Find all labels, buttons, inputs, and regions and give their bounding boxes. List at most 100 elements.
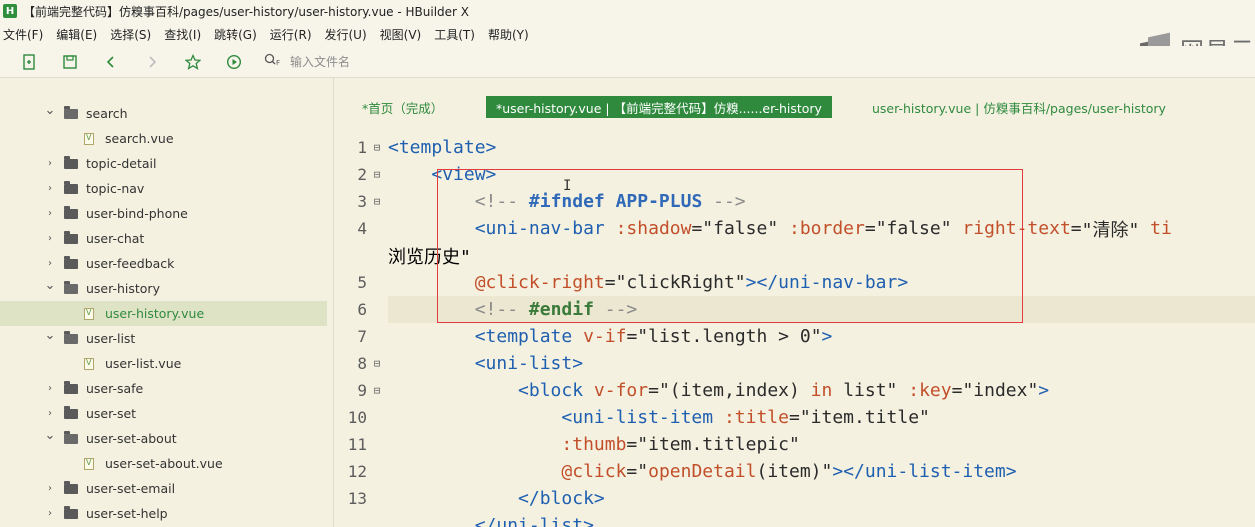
chevron-right-icon[interactable]: › [44, 508, 56, 519]
menu-item[interactable]: 跳转(G) [214, 26, 257, 43]
save-icon [63, 54, 77, 69]
vue-file-icon [84, 457, 94, 470]
tree-item-label: user-feedback [86, 256, 175, 271]
fold-toggle-icon[interactable]: ⊟ [367, 384, 387, 397]
line-number: 1 [357, 138, 367, 157]
tree-folder-item[interactable]: › user-bind-phone [0, 201, 327, 226]
fold-toggle-icon[interactable]: ⊟ [367, 141, 387, 154]
menu-item[interactable]: 帮助(Y) [488, 26, 529, 43]
menu-item[interactable]: 视图(V) [380, 26, 422, 43]
fold-toggle-icon[interactable]: ⊟ [367, 357, 387, 370]
star-icon [185, 53, 201, 70]
code-text: <uni-list-item :title = "item.title" [561, 407, 930, 428]
tree-item-label: user-set-help [86, 506, 168, 521]
code-editor[interactable]: 1 ⊟ <template> 2 ⊟ <view> 3 ⊟ <!-- #ifnd… [335, 132, 1255, 527]
editor-tab-bar: *首页（完成） *user-history.vue | 【前端完整代码】仿糗..… [335, 94, 1255, 120]
chevron-right-icon[interactable]: › [44, 183, 56, 194]
chevron-down-icon[interactable]: ⌄ [44, 328, 56, 343]
chevron-right-icon[interactable]: › [44, 258, 56, 269]
fold-toggle-icon[interactable]: ⊟ [367, 195, 387, 208]
menu-item[interactable]: 运行(R) [270, 26, 312, 43]
menu-item[interactable]: 工具(T) [434, 26, 475, 43]
folder-icon [64, 155, 78, 169]
chevron-down-icon[interactable]: ⌄ [44, 428, 56, 443]
code-text: @click = " openDetail (item)" ></uni-list-ite… [561, 461, 1017, 482]
code-line: 8 ⊟ <uni-list> [335, 350, 1255, 377]
tree-item-label: user-set-about [86, 431, 177, 446]
tree-folder-item[interactable]: ⌄ user-history [0, 276, 327, 301]
tree-folder-item[interactable]: › user-set-email [0, 476, 327, 501]
code-text: </block> [518, 488, 605, 509]
tree-item-label: user-set-email [86, 481, 176, 496]
tree-item-label: topic-nav [86, 181, 145, 196]
tree-file-item[interactable]: user-list.vue [0, 351, 327, 376]
tree-folder-item[interactable]: ⌄ user-set-about [0, 426, 327, 451]
fold-toggle-icon[interactable]: ⊟ [367, 168, 387, 181]
tab-user-history-active[interactable]: *user-history.vue | 【前端完整代码】仿糗......er-h… [486, 96, 832, 118]
tree-item-label: user-history [86, 281, 160, 296]
folder-icon [64, 505, 78, 519]
line-number: 4 [357, 219, 367, 238]
tree-file-item[interactable]: search.vue [0, 126, 327, 151]
tree-folder-item[interactable]: › user-set-help [0, 501, 327, 526]
back-button[interactable] [99, 50, 123, 74]
run-button[interactable] [222, 50, 246, 74]
favorite-button[interactable] [181, 50, 205, 74]
chevron-right-icon[interactable]: › [44, 233, 56, 244]
code-text: :thumb = "item.titlepic" [561, 434, 800, 455]
chevron-down-icon[interactable]: ⌄ [44, 103, 56, 118]
tree-item-label: user-safe [86, 381, 144, 396]
code-line: 7 <template v-if = "list.length > 0" > [335, 323, 1255, 350]
code-text: <uni-nav-bar :shadow = "false" :border = "fa… [474, 218, 1172, 241]
code-line: 4 <uni-nav-bar :shadow = "false" :border = "… [335, 215, 1255, 242]
tree-folder-item[interactable]: › user-feedback [0, 251, 327, 276]
file-search: F [264, 53, 510, 71]
line-number: 8 [357, 354, 367, 373]
tree-folder-item[interactable]: › topic-detail [0, 151, 327, 176]
menu-item[interactable]: 发行(U) [325, 26, 367, 43]
chevron-right-icon[interactable]: › [44, 158, 56, 169]
tab-label: *user-history.vue | 【前端完整代码】仿糗......er-h… [496, 100, 822, 116]
tree-folder-item[interactable]: › user-chat [0, 226, 327, 251]
tree-folder-item[interactable]: ⌄ search [0, 101, 327, 126]
code-line: 9 ⊟ <block v-for = "(item,index) in list" … [335, 377, 1255, 404]
line-number: 2 [357, 165, 367, 184]
menu-item[interactable]: 查找(I) [164, 26, 201, 43]
menu-item[interactable]: 编辑(E) [56, 26, 97, 43]
folder-icon [64, 330, 78, 344]
chevron-right-icon[interactable]: › [44, 408, 56, 419]
tab-home[interactable]: *首页（完成） [352, 96, 453, 118]
wrapped-text: 浏览历史" [388, 246, 471, 268]
line-number: 12 [347, 462, 367, 481]
chevron-down-icon[interactable]: ⌄ [44, 278, 56, 293]
tab-user-history-preview[interactable]: user-history.vue | 仿糗事百科/pages/user-hist… [862, 96, 1176, 118]
search-icon: F [264, 53, 290, 71]
line-number: 7 [357, 327, 367, 346]
chevron-right-icon[interactable]: › [44, 383, 56, 394]
tree-folder-item[interactable]: › user-safe [0, 376, 327, 401]
menu-item[interactable]: 文件(F) [3, 26, 43, 43]
chevron-right-icon[interactable]: › [44, 208, 56, 219]
code-text: <template v-if = "list.length > 0" > [474, 326, 833, 347]
line-number: 5 [357, 273, 367, 292]
code-line-partial: </uni-list> [335, 512, 1255, 527]
code-line: 12 @click = " openDetail (item)" ></uni-list-… [335, 458, 1255, 485]
forward-button[interactable] [140, 50, 164, 74]
file-search-input[interactable] [290, 54, 510, 69]
new-file-icon [23, 53, 35, 70]
tree-item-label: user-set [86, 406, 137, 421]
menu-item[interactable]: 选择(S) [110, 26, 151, 43]
folder-icon [64, 480, 78, 494]
vue-file-icon [84, 132, 94, 145]
save-button[interactable] [58, 50, 82, 74]
chevron-right-icon[interactable]: › [44, 483, 56, 494]
new-file-button[interactable] [17, 50, 41, 74]
tree-file-item[interactable]: user-set-about.vue [0, 451, 327, 476]
tree-folder-item[interactable]: › topic-nav [0, 176, 327, 201]
tree-folder-item[interactable]: ⌄ user-list [0, 326, 327, 351]
forward-arrow-icon [149, 55, 157, 68]
tree-folder-item[interactable]: › user-set [0, 401, 327, 426]
code-line: 10 <uni-list-item :title = "item.title" [335, 404, 1255, 431]
text-cursor-icon: I [563, 178, 572, 194]
tree-file-item[interactable]: user-history.vue [0, 301, 327, 326]
